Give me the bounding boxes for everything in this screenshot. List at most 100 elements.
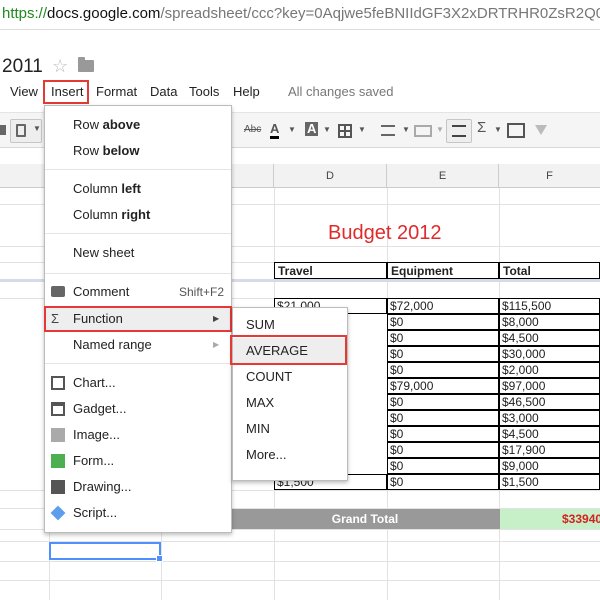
chevron-down-icon[interactable]: ▼ [402,125,410,134]
url-scheme: https:// [2,5,48,22]
column-header-blank[interactable] [0,164,49,188]
total-cell[interactable]: $97,000 [499,378,600,394]
merge-cells-icon[interactable] [414,125,432,137]
script-icon [50,505,66,521]
star-icon[interactable]: ☆ [52,56,68,77]
borders-icon[interactable] [338,124,352,138]
column-left-label: Column [73,181,122,196]
total-cell[interactable]: $9,000 [499,458,600,474]
sheet-title: Budget 2012 [328,222,442,244]
form-label: Form... [73,453,115,468]
menu-chart[interactable]: Chart... [45,371,231,395]
sum-icon[interactable]: Σ [477,119,486,136]
align-icon[interactable] [381,125,395,136]
equipment-cell[interactable]: $0 [387,442,499,458]
selected-cell[interactable] [49,542,163,562]
equipment-cell[interactable]: $79,000 [387,378,499,394]
image-icon [51,428,65,442]
menu-divider [45,169,231,170]
total-cell[interactable]: $4,500 [499,330,600,346]
menu-view[interactable]: View [10,84,38,99]
menu-image[interactable]: Image... [45,423,231,447]
menu-tools[interactable]: Tools [189,84,219,99]
paste-button[interactable]: ▼ [10,119,42,143]
equipment-cell[interactable]: $0 [387,330,499,346]
column-header-d[interactable]: D [274,164,387,188]
menu-drawing[interactable]: Drawing... [45,475,231,499]
header-travel[interactable]: Travel [274,262,387,279]
strikethrough-button[interactable]: Abc [244,124,261,135]
wrap-text-button[interactable] [446,119,472,143]
total-cell[interactable]: $30,000 [499,346,600,362]
total-cell[interactable]: $17,900 [499,442,600,458]
column-header-e[interactable]: E [387,164,499,188]
url-path: /spreadsheet/ccc?key=0Aqjwe5feBNIIdGF3X2… [160,5,600,22]
menu-new-sheet[interactable]: New sheet [45,241,231,265]
total-cell[interactable]: $4,500 [499,426,600,442]
menu-named-range[interactable]: Named range ▶ [45,333,231,357]
function-max[interactable]: MAX [233,390,347,416]
fill-color-button[interactable]: A [305,122,319,136]
paint-format-icon[interactable] [0,125,6,135]
drawing-icon [51,480,65,494]
total-cell[interactable]: $3,000 [499,410,600,426]
total-cell[interactable]: $2,000 [499,362,600,378]
column-left-emphasis: left [121,181,141,196]
chart-icon[interactable] [507,123,525,138]
menu-script[interactable]: Script... [45,501,231,525]
menu-comment[interactable]: Comment Shift+F2 [45,280,231,304]
chevron-down-icon[interactable]: ▼ [436,125,444,134]
equipment-cell[interactable]: $0 [387,474,499,490]
menu-divider [45,233,231,234]
total-cell[interactable]: $46,500 [499,394,600,410]
total-cell[interactable]: $115,500 [499,298,600,314]
equipment-cell[interactable]: $0 [387,410,499,426]
column-header-f[interactable]: F [499,164,600,188]
chevron-down-icon: ▼ [33,124,41,133]
save-status: All changes saved [288,84,394,99]
grand-total-value[interactable]: $33940 [500,509,600,529]
header-equipment[interactable]: Equipment [387,262,499,279]
menu-row-above[interactable]: Row above [45,113,231,137]
new-sheet-label: New sheet [73,245,135,260]
chevron-down-icon[interactable]: ▼ [288,125,296,134]
menu-row-below[interactable]: Row below [45,139,231,163]
menu-format[interactable]: Format [96,84,137,99]
chevron-down-icon[interactable]: ▼ [358,125,366,134]
equipment-cell[interactable]: $0 [387,314,499,330]
document-title[interactable]: 2011 [2,56,43,78]
equipment-cell[interactable]: $0 [387,394,499,410]
header-total[interactable]: Total [499,262,600,279]
folder-icon[interactable] [78,57,94,72]
chevron-down-icon[interactable]: ▼ [494,125,502,134]
menu-column-right[interactable]: Column right [45,203,231,227]
image-label: Image... [73,427,120,442]
function-min[interactable]: MIN [233,416,347,442]
drawing-label: Drawing... [73,479,132,494]
comment-icon [51,286,65,297]
wrap-text-icon [452,125,466,137]
grand-total-label[interactable]: Grand Total [230,509,500,529]
menu-form[interactable]: Form... [45,449,231,473]
function-count[interactable]: COUNT [233,364,347,390]
equipment-cell[interactable]: $0 [387,458,499,474]
equipment-cell[interactable]: $72,000 [387,298,499,314]
address-bar[interactable]: https://docs.google.com/spreadsheet/ccc?… [0,0,600,30]
row-below-emphasis: below [102,143,140,158]
function-more[interactable]: More... [233,442,347,468]
equipment-cell[interactable]: $0 [387,362,499,378]
total-cell[interactable]: $1,500 [499,474,600,490]
text-color-button[interactable]: A [270,122,280,139]
column-right-emphasis: right [121,207,151,222]
menu-column-left[interactable]: Column left [45,177,231,201]
equipment-cell[interactable]: $0 [387,346,499,362]
menu-gadget[interactable]: Gadget... [45,397,231,421]
equipment-cell[interactable]: $0 [387,426,499,442]
menu-help[interactable]: Help [233,84,260,99]
menu-data[interactable]: Data [150,84,177,99]
chevron-down-icon[interactable]: ▼ [323,125,331,134]
filter-icon[interactable] [535,125,547,135]
url-host: docs.google.com [47,5,161,22]
total-cell[interactable]: $8,000 [499,314,600,330]
gadget-label: Gadget... [73,401,127,416]
